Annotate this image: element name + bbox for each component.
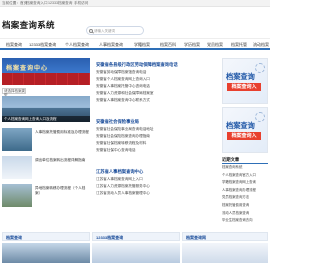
search-placeholder: 请输入关键词 bbox=[94, 29, 115, 34]
top-bar: 当前位置：首页 档案查询入口 12333档案查询 手机访问 bbox=[0, 0, 270, 7]
nav-item[interactable]: 档案百科 bbox=[160, 42, 176, 48]
topbar-link[interactable]: 手机访问 bbox=[74, 1, 88, 6]
news-link[interactable]: 安徽省人事档案查询中心联系方式 bbox=[96, 97, 218, 104]
nav-item[interactable]: 12333档案查询 bbox=[29, 42, 56, 48]
news-link[interactable]: 安徽省劳动保障档案馆查询电话 bbox=[96, 69, 218, 76]
thumbnail-image[interactable] bbox=[2, 156, 32, 179]
left-banner[interactable]: 档案查询中心 bbox=[2, 58, 90, 85]
thumb-title[interactable]: 异地档案转移办理流程（个人档案） bbox=[35, 186, 90, 196]
news-link[interactable]: 江苏省流动人员人事档案管理中心 bbox=[96, 190, 218, 197]
decor-circle-icon bbox=[255, 63, 265, 73]
banner-wall-graphic bbox=[2, 73, 90, 85]
site-logo[interactable]: 档案查询系统 bbox=[2, 19, 55, 31]
nav-item[interactable]: 流动档案 bbox=[253, 42, 269, 48]
search-icon[interactable] bbox=[89, 29, 93, 33]
news-link[interactable]: 安徽省社保中心查询电话 bbox=[96, 147, 218, 154]
nav-item[interactable]: 人事档案查询 bbox=[99, 42, 123, 48]
news-section: 江苏省人事档案查询中心 江苏省人事档案查询网上入口 江苏省人力资源档案托管服务中… bbox=[96, 168, 218, 197]
nav-item[interactable]: 学历档案 bbox=[184, 42, 200, 48]
section-bar-title[interactable]: 12333档案查询 bbox=[96, 235, 123, 241]
list-item[interactable]: 人事档案托管费用标准及办理流程 bbox=[2, 128, 90, 151]
news-section: 安徽省社会保险事业局 安徽省社会保险事业局查询电话地址 安徽省社会保险档案查询办… bbox=[96, 118, 218, 154]
section-bar: 档案查询网 bbox=[182, 232, 268, 241]
thumbnail-image[interactable] bbox=[182, 243, 268, 263]
thumbnail-image[interactable] bbox=[2, 184, 32, 207]
nav-item[interactable]: 个人档案查询 bbox=[65, 42, 89, 48]
section-heading[interactable]: 安徽省社会保险事业局 bbox=[96, 118, 218, 126]
topbar-link[interactable]: 12333档案查询 bbox=[48, 1, 72, 6]
section-bar: 12333档案查询 bbox=[92, 232, 180, 241]
ad-button[interactable]: 档案查询入 bbox=[227, 132, 261, 140]
list-item[interactable]: 异地档案转移办理流程（个人档案） bbox=[2, 184, 90, 207]
news-link[interactable]: 江苏省人事档案查询网上入口 bbox=[96, 176, 218, 183]
news-link[interactable]: 安徽省社会保险档案查询办理指南 bbox=[96, 133, 218, 140]
thumb-title[interactable]: 调出单位档案转出流程详解指南 bbox=[35, 158, 90, 163]
site-header: 档案查询系统 请输入关键词 bbox=[0, 7, 270, 38]
news-link[interactable]: 安徽省人力资源和社会保障局档案室 bbox=[96, 90, 218, 97]
topbar-link[interactable]: 档案查询入口 bbox=[26, 1, 48, 6]
recent-post-link[interactable]: 档案查询系统 bbox=[222, 164, 268, 172]
section-heading[interactable]: 江苏省人事档案查询中心 bbox=[96, 168, 218, 176]
news-link[interactable]: 安徽省人事档案托管中心咨询电话 bbox=[96, 83, 218, 90]
news-link[interactable]: 安徽省个人档案查询网上查询入口 bbox=[96, 76, 218, 83]
recent-post-link[interactable]: 档案托管费用查询 bbox=[222, 202, 268, 210]
section-bar: 档案查询 bbox=[2, 232, 90, 241]
news-link[interactable]: 安徽省社会保险事业局查询电话地址 bbox=[96, 126, 218, 133]
nav-item[interactable]: 学籍档案 bbox=[134, 42, 150, 48]
news-link[interactable]: 江苏省人力资源档案托管服务中心 bbox=[96, 183, 218, 190]
recent-post-link[interactable]: 个人档案查询官方入口 bbox=[222, 172, 268, 180]
banner-text: 档案查询中心 bbox=[6, 66, 49, 72]
ad-title: 档案查询 bbox=[226, 121, 255, 130]
right-ad-banner-2[interactable]: 档案查询 档案查询入 bbox=[222, 107, 268, 153]
main-nav: 档案查询 12333档案查询 个人档案查询 人事档案查询 学籍档案 档案百科 学… bbox=[0, 38, 270, 50]
news-section: 安徽省各县级行政区劳动保障档案查询电话 安徽省劳动保障档案馆查询电话 安徽省个人… bbox=[96, 61, 218, 104]
recent-post-link[interactable]: 毕业生档案查询去向 bbox=[222, 217, 268, 225]
recent-post-link[interactable]: 人事档案查询办理流程 bbox=[222, 187, 268, 195]
featured-photo[interactable]: 个人档案查询网上查询入口及流程 bbox=[2, 96, 90, 122]
ad-button[interactable]: 档案查询入 bbox=[227, 83, 261, 91]
section-heading[interactable]: 安徽省各县级行政区劳动保障档案查询电话 bbox=[96, 61, 218, 69]
topbar-link[interactable]: 当前位置：首页 bbox=[2, 1, 27, 6]
nav-item[interactable]: 档案托管 bbox=[231, 42, 247, 48]
type-select[interactable]: 请选择档案类型 bbox=[2, 88, 26, 97]
recent-post-link[interactable]: 党员档案查询方法 bbox=[222, 194, 268, 202]
type-select-row: 请选择档案类型 bbox=[2, 88, 90, 97]
list-item[interactable]: 调出单位档案转出流程详解指南 bbox=[2, 156, 90, 179]
photo-caption[interactable]: 个人档案查询网上查询入口及流程 bbox=[2, 116, 90, 122]
section-bar-title[interactable]: 档案查询 bbox=[6, 235, 22, 241]
recent-posts: 近期文章 档案查询系统 个人档案查询官方入口 学籍档案查询网上查询 人事档案查询… bbox=[222, 156, 268, 225]
recent-post-link[interactable]: 流动人员档案查询 bbox=[222, 210, 268, 218]
thumbnail-image[interactable] bbox=[2, 128, 32, 151]
right-ad-banner[interactable]: 档案查询 档案查询入 bbox=[222, 58, 268, 104]
thumbnail-image[interactable] bbox=[2, 243, 90, 263]
search-input[interactable]: 请输入关键词 bbox=[86, 26, 144, 35]
decor-circle-icon bbox=[255, 112, 265, 122]
section-bar-title[interactable]: 档案查询网 bbox=[186, 235, 206, 241]
news-link[interactable]: 安徽省社保档案转移流程及材料 bbox=[96, 140, 218, 147]
nav-item[interactable]: 党员档案 bbox=[207, 42, 223, 48]
thumbnail-image[interactable] bbox=[92, 243, 180, 263]
recent-post-link[interactable]: 学籍档案查询网上查询 bbox=[222, 179, 268, 187]
ad-title: 档案查询 bbox=[226, 72, 255, 81]
recent-posts-heading: 近期文章 bbox=[222, 156, 268, 164]
thumb-title[interactable]: 人事档案托管费用标准及办理流程 bbox=[35, 130, 90, 135]
nav-item[interactable]: 档案查询 bbox=[6, 42, 22, 48]
